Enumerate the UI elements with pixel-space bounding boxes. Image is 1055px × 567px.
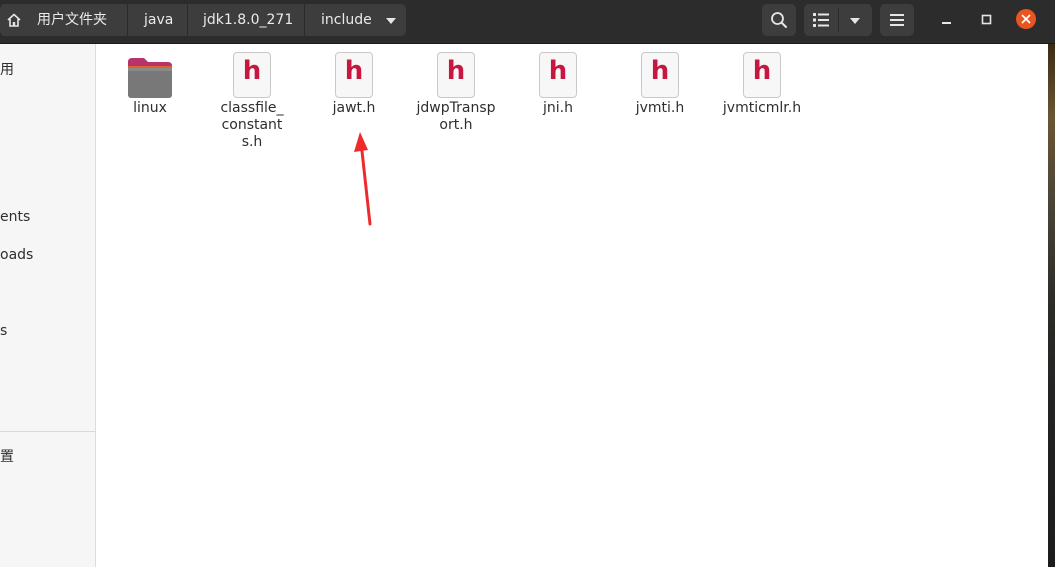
sidebar: 用 ents oads s 置: [0, 44, 96, 567]
hamburger-menu-icon: [890, 14, 904, 26]
header-file-icon: h: [743, 52, 781, 98]
chevron-down-icon[interactable]: [385, 17, 397, 25]
sidebar-item-recent[interactable]: 用: [0, 59, 14, 79]
breadcrumb-java[interactable]: java: [128, 4, 187, 36]
view-options-group: [804, 4, 872, 36]
sidebar-item-documents[interactable]: ents: [0, 209, 30, 225]
file-item-header[interactable]: h classfile_constants.h: [204, 50, 300, 151]
chevron-down-icon: [850, 18, 860, 24]
file-item-header[interactable]: h jni.h: [510, 50, 606, 117]
file-name: jni.h: [543, 100, 573, 116]
search-icon: [771, 12, 787, 28]
file-name: jawt.h: [332, 100, 376, 116]
minimize-button[interactable]: [936, 8, 958, 30]
sidebar-item-label: oads: [0, 247, 34, 263]
header-file-icon: h: [539, 52, 577, 98]
breadcrumb-jdk[interactable]: jdk1.8.0_271: [188, 4, 304, 36]
file-item-header[interactable]: h jvmticmlr.h: [714, 50, 810, 117]
maximize-button[interactable]: [976, 8, 998, 30]
list-view-button[interactable]: [804, 4, 838, 36]
file-item-header[interactable]: h jvmti.h: [612, 50, 708, 117]
maximize-icon: [981, 14, 992, 25]
breadcrumb-include[interactable]: include: [305, 4, 406, 36]
close-button[interactable]: [1015, 8, 1037, 30]
sidebar-item-label: 置: [0, 449, 14, 465]
minimize-icon: [942, 22, 951, 24]
sidebar-item-label: s: [0, 323, 8, 339]
header-file-icon: h: [437, 52, 475, 98]
sidebar-item-videos[interactable]: s: [0, 323, 7, 339]
breadcrumb-home[interactable]: 用户文件夹: [0, 4, 127, 36]
header-bar: 用户文件夹 java jdk1.8.0_271 include: [0, 0, 1055, 44]
sidebar-item-other-locations[interactable]: 置: [0, 446, 14, 466]
search-button[interactable]: [762, 4, 796, 36]
breadcrumb-label: java: [144, 12, 174, 28]
sidebar-item-label: ents: [0, 209, 31, 225]
home-icon: [7, 13, 21, 27]
header-file-icon: h: [335, 52, 373, 98]
breadcrumb-label: include: [321, 12, 372, 28]
main-menu-button[interactable]: [880, 4, 914, 36]
file-item-header[interactable]: h jdwpTransport.h: [408, 50, 504, 134]
view-options-dropdown[interactable]: [839, 4, 872, 36]
file-name: jvmti.h: [635, 100, 685, 116]
breadcrumb-label: jdk1.8.0_271: [203, 12, 294, 28]
sidebar-item-label: 用: [0, 62, 14, 78]
file-name: classfile_constants.h: [220, 100, 284, 150]
list-view-icon: [813, 13, 829, 27]
header-file-icon: h: [641, 52, 679, 98]
file-item-header[interactable]: h jawt.h: [306, 50, 402, 117]
file-name: linux: [133, 100, 167, 116]
breadcrumb-label: 用户文件夹: [37, 12, 107, 28]
desktop-wallpaper: [1048, 44, 1055, 567]
sidebar-item-downloads[interactable]: oads: [0, 247, 33, 263]
close-icon: [1016, 9, 1036, 29]
file-view: linux h classfile_constants.h h jawt.h h…: [96, 44, 1048, 567]
sidebar-divider: [0, 431, 95, 432]
annotation-arrow: [354, 132, 372, 226]
header-file-icon: h: [233, 52, 271, 98]
file-name: jvmticmlr.h: [722, 100, 802, 116]
file-item-folder[interactable]: linux: [102, 50, 198, 117]
folder-icon: [128, 58, 172, 98]
file-name: jdwpTransport.h: [416, 100, 496, 133]
